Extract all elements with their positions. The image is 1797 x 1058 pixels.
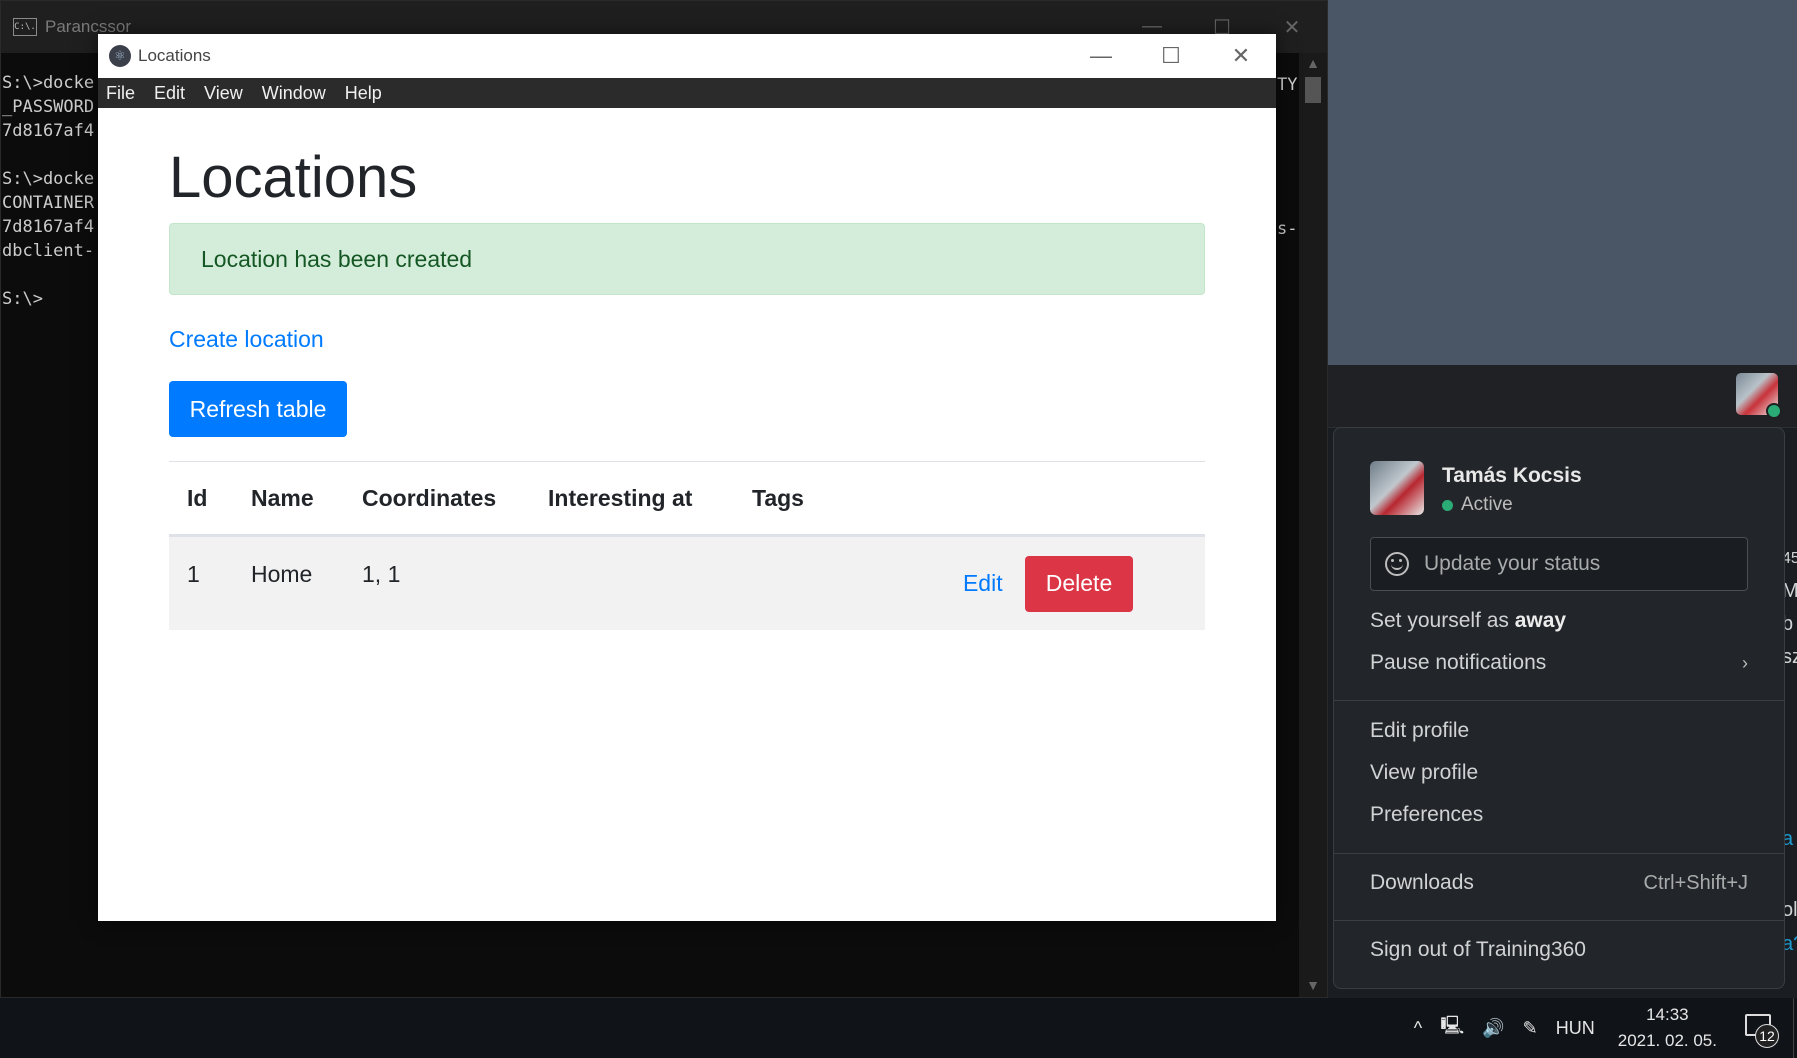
view-profile-item[interactable]: View profile (1370, 761, 1748, 785)
language-indicator[interactable]: HUN (1556, 1018, 1595, 1039)
chevron-right-icon: › (1742, 652, 1748, 673)
console-text-fragment: s- (1277, 219, 1298, 239)
presence-label: Active (1461, 494, 1513, 515)
console-output: S:\>docke _PASSWORD 7d8167af4 S:\>docke … (2, 73, 95, 309)
table-header-row: Id Name Coordinates Interesting at Tags (169, 461, 1205, 537)
profile-menu: Tamás Kocsis Active Update your status S… (1333, 427, 1785, 989)
slack-topbar (1328, 365, 1797, 428)
page-title: Locations (169, 145, 418, 210)
notification-badge: 12 (1755, 1024, 1779, 1048)
menu-window[interactable]: Window (262, 83, 326, 104)
locations-titlebar[interactable]: ⚛ Locations — ☐ ✕ (98, 34, 1276, 78)
presence-dot-icon (1442, 499, 1453, 511)
volume-icon[interactable]: 🔊 (1482, 1018, 1504, 1039)
sign-out-item[interactable]: Sign out of Training360 (1370, 938, 1748, 962)
cell-coordinates: 1, 1 (344, 535, 530, 630)
console-scrollbar[interactable]: ▲ ▼ (1299, 53, 1327, 997)
user-name: Tamás Kocsis (1442, 464, 1582, 487)
cell-tags (734, 535, 830, 630)
refresh-table-button[interactable]: Refresh table (169, 381, 347, 437)
avatar[interactable] (1736, 373, 1782, 419)
clock-time: 14:33 (1646, 1005, 1689, 1024)
profile-header: Tamás Kocsis Active (1370, 461, 1582, 516)
menu-view[interactable]: View (204, 83, 243, 104)
system-tray: ^ 🖳 🔊 ✎ HUN 14:33 2021. 02. 05. 12 (1405, 998, 1797, 1058)
menu-edit[interactable]: Edit (154, 83, 185, 104)
close-icon[interactable]: ✕ (1206, 43, 1276, 69)
show-desktop-button[interactable] (1793, 998, 1797, 1058)
network-icon[interactable]: 🖳 (1440, 1013, 1464, 1043)
cell-actions: Edit Delete (830, 535, 1205, 630)
scrollbar-thumb[interactable] (1305, 77, 1321, 103)
console-app-icon: C:\. (13, 18, 37, 36)
alert-message: Location has been created (201, 245, 473, 272)
divider (1334, 853, 1784, 854)
column-header-actions (830, 461, 1205, 537)
downloads-shortcut: Ctrl+Shift+J (1643, 871, 1748, 894)
table-row: 1 Home 1, 1 Edit Delete (169, 535, 1205, 630)
column-header-interesting-at: Interesting at (530, 461, 734, 537)
window-title: Locations (138, 46, 211, 65)
menu-help[interactable]: Help (345, 83, 382, 104)
menu-bar: File Edit View Window Help (98, 78, 1276, 108)
cell-name: Home (233, 535, 344, 630)
success-alert: Location has been created (169, 223, 1205, 295)
delete-button[interactable]: Delete (1025, 555, 1133, 612)
presence-status: Active (1442, 494, 1582, 516)
pen-icon[interactable]: ✎ (1523, 1018, 1538, 1039)
electron-app-icon: ⚛ (109, 45, 131, 67)
smiley-icon (1385, 552, 1409, 576)
edit-link[interactable]: Edit (963, 570, 1003, 596)
menu-file[interactable]: File (106, 83, 135, 104)
cell-id: 1 (169, 535, 233, 630)
locations-window: ⚛ Locations — ☐ ✕ File Edit View Window … (98, 34, 1276, 921)
edit-profile-item[interactable]: Edit profile (1370, 719, 1748, 743)
column-header-name: Name (233, 461, 344, 537)
clock[interactable]: 14:33 2021. 02. 05. (1618, 1002, 1717, 1054)
preferences-item[interactable]: Preferences (1370, 803, 1748, 827)
scroll-up-icon[interactable]: ▲ (1299, 55, 1327, 71)
pause-notifications-item[interactable]: Pause notifications › (1370, 651, 1748, 675)
column-header-coordinates: Coordinates (344, 461, 530, 537)
divider (1334, 920, 1784, 921)
column-header-tags: Tags (734, 461, 830, 537)
column-header-id: Id (169, 461, 233, 537)
cell-interesting-at (530, 535, 734, 630)
create-location-link[interactable]: Create location (169, 326, 324, 353)
set-away-item[interactable]: Set yourself as away (1370, 609, 1748, 633)
locations-table: Id Name Coordinates Interesting at Tags … (169, 461, 1205, 630)
pause-notifications-label: Pause notifications (1370, 651, 1547, 674)
divider (1334, 700, 1784, 701)
maximize-icon[interactable]: ☐ (1136, 43, 1206, 69)
update-status-input[interactable]: Update your status (1370, 537, 1748, 591)
status-placeholder: Update your status (1424, 552, 1601, 575)
downloads-item[interactable]: Downloads Ctrl+Shift+J (1370, 871, 1748, 895)
taskbar: ^ 🖳 🔊 ✎ HUN 14:33 2021. 02. 05. 12 (0, 998, 1797, 1058)
scroll-down-icon[interactable]: ▼ (1299, 977, 1327, 993)
clock-date: 2021. 02. 05. (1617, 1031, 1717, 1050)
page-content: Locations Location has been created Crea… (98, 108, 1276, 921)
console-text-fragment: TY (1277, 75, 1298, 95)
avatar (1370, 461, 1424, 515)
chevron-up-icon[interactable]: ^ (1414, 1018, 1422, 1039)
minimize-icon[interactable]: — (1066, 43, 1136, 69)
notification-center-icon[interactable]: 12 (1739, 1008, 1779, 1048)
presence-indicator (1766, 403, 1782, 419)
